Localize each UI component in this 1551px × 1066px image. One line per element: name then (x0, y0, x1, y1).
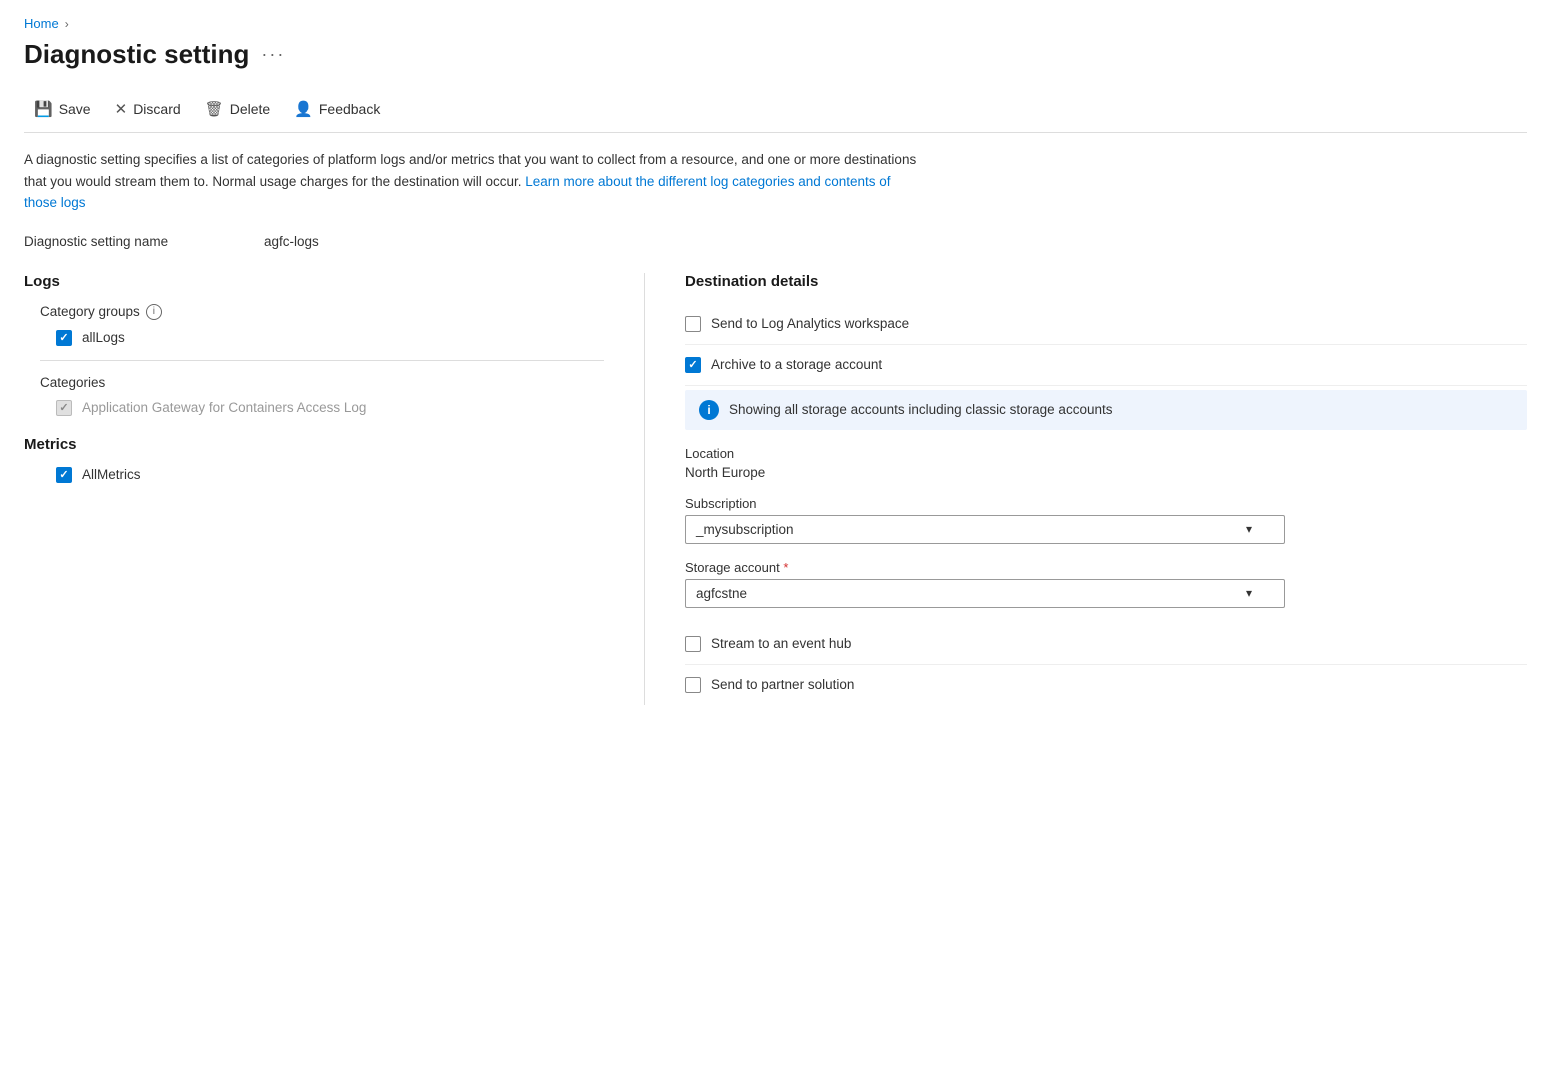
dest-partner-checkbox[interactable] (685, 677, 701, 693)
dest-partner-row: Send to partner solution (685, 665, 1527, 705)
breadcrumb-home[interactable]: Home (24, 16, 59, 31)
categories-label: Categories (40, 375, 105, 390)
setting-name-row: Diagnostic setting name agfc-logs (24, 234, 1527, 249)
feedback-button[interactable]: 👤 Feedback (284, 94, 390, 124)
page-title: Diagnostic setting (24, 39, 249, 70)
info-banner-icon: i (699, 400, 719, 420)
dest-eventhub-row: Stream to an event hub (685, 624, 1527, 665)
storage-account-required-star: * (783, 560, 788, 575)
dest-log-analytics-row: Send to Log Analytics workspace (685, 304, 1527, 345)
all-metrics-checkbox[interactable] (56, 467, 72, 483)
dest-eventhub-checkbox[interactable] (685, 636, 701, 652)
dest-storage-row: Archive to a storage account (685, 345, 1527, 386)
subscription-chevron-icon: ▾ (1246, 522, 1252, 536)
location-label: Location (685, 446, 1527, 461)
info-banner: i Showing all storage accounts including… (685, 390, 1527, 430)
feedback-icon: 👤 (294, 100, 313, 118)
categories-header: Categories (40, 375, 604, 390)
location-group: Location North Europe (685, 446, 1527, 480)
app-gateway-label: Application Gateway for Containers Acces… (82, 400, 366, 415)
right-panel: Destination details Send to Log Analytic… (644, 273, 1527, 705)
all-logs-label: allLogs (82, 330, 125, 345)
subscription-select-value: _mysubscription (696, 522, 794, 537)
setting-name-value: agfc-logs (264, 234, 319, 249)
app-gateway-row: Application Gateway for Containers Acces… (56, 400, 604, 416)
logs-section: Logs Category groups i allLogs Categorie… (24, 273, 604, 416)
delete-icon: 🗑 (205, 100, 224, 118)
setting-name-label: Diagnostic setting name (24, 234, 204, 249)
delete-label: Delete (230, 101, 270, 117)
dest-storage-checkbox[interactable] (685, 357, 701, 373)
all-metrics-label: AllMetrics (82, 467, 141, 482)
subscription-select-wrapper: _mysubscription ▾ (685, 515, 1285, 544)
dest-partner-label: Send to partner solution (711, 677, 854, 692)
description-block: A diagnostic setting specifies a list of… (24, 149, 924, 214)
location-value: North Europe (685, 465, 1527, 480)
subscription-label: Subscription (685, 496, 1527, 511)
dest-log-analytics-label: Send to Log Analytics workspace (711, 316, 909, 331)
subscription-select[interactable]: _mysubscription ▾ (685, 515, 1285, 544)
discard-icon: ✕ (115, 100, 128, 118)
page-title-row: Diagnostic setting ··· (24, 39, 1527, 70)
destination-title: Destination details (685, 273, 1527, 290)
storage-account-group: Storage account * agfcstne ▾ (685, 560, 1527, 608)
breadcrumb-separator: › (65, 17, 69, 31)
logs-section-title: Logs (24, 273, 604, 290)
feedback-label: Feedback (319, 101, 380, 117)
save-button[interactable]: 💾 Save (24, 94, 101, 124)
storage-account-label: Storage account * (685, 560, 1527, 575)
dest-storage-label: Archive to a storage account (711, 357, 882, 372)
save-icon: 💾 (34, 100, 53, 118)
logs-divider (40, 360, 604, 361)
app-gateway-checkbox (56, 400, 72, 416)
more-options-button[interactable]: ··· (261, 44, 285, 65)
storage-account-select-value: agfcstne (696, 586, 747, 601)
metrics-section: Metrics AllMetrics (24, 436, 604, 483)
toolbar: 💾 Save ✕ Discard 🗑 Delete 👤 Feedback (24, 86, 1527, 133)
discard-label: Discard (133, 101, 180, 117)
left-panel: Logs Category groups i allLogs Categorie… (24, 273, 644, 705)
save-label: Save (59, 101, 91, 117)
discard-button[interactable]: ✕ Discard (105, 94, 191, 124)
all-logs-row: allLogs (56, 330, 604, 346)
dest-eventhub-label: Stream to an event hub (711, 636, 851, 651)
storage-account-select-wrapper: agfcstne ▾ (685, 579, 1285, 608)
delete-button[interactable]: 🗑 Delete (195, 94, 281, 124)
all-metrics-row: AllMetrics (56, 467, 604, 483)
metrics-section-title: Metrics (24, 436, 604, 453)
category-groups-info-icon[interactable]: i (146, 304, 162, 320)
category-groups-header: Category groups i (40, 304, 604, 320)
dest-log-analytics-checkbox[interactable] (685, 316, 701, 332)
info-banner-text: Showing all storage accounts including c… (729, 402, 1112, 417)
all-logs-checkbox[interactable] (56, 330, 72, 346)
subscription-group: Subscription _mysubscription ▾ (685, 496, 1527, 544)
storage-account-chevron-icon: ▾ (1246, 586, 1252, 600)
main-content: Logs Category groups i allLogs Categorie… (24, 273, 1527, 705)
storage-account-select[interactable]: agfcstne ▾ (685, 579, 1285, 608)
storage-account-label-text: Storage account (685, 560, 780, 575)
breadcrumb: Home › (24, 16, 1527, 31)
page-container: Home › Diagnostic setting ··· 💾 Save ✕ D… (0, 0, 1551, 1066)
category-groups-label: Category groups (40, 304, 140, 319)
